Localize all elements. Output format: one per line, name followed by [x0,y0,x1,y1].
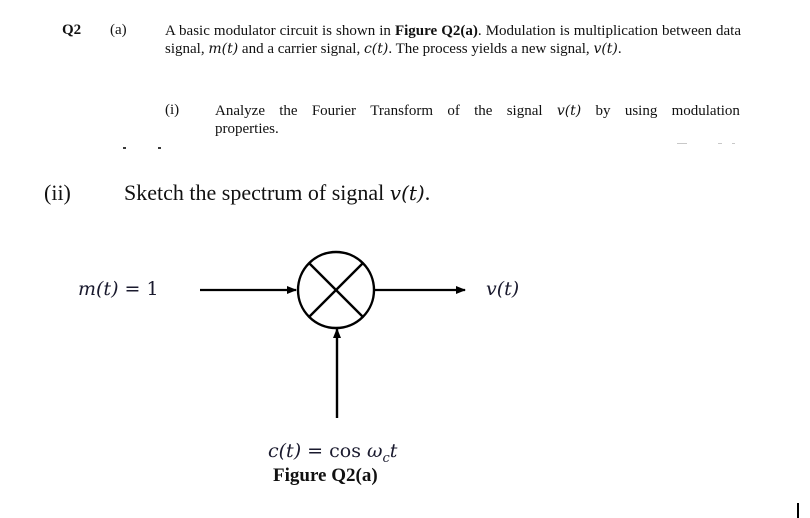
text-cursor [797,503,799,518]
equals-one: = 1 [118,278,159,300]
multiplier-icon [296,250,376,330]
m-of-t-symbol: m(t) [78,278,119,300]
omega-subscript: c [382,450,390,466]
v-of-t-symbol: v(t) [486,278,520,300]
equals-cos: = cos [301,440,367,462]
figure-caption: Figure Q2(a) [273,465,378,486]
omega-symbol: ω [366,440,383,462]
output-signal-label: v(t) [486,278,519,301]
modulator-diagram [200,250,466,418]
c-of-t-symbol: c(t) [268,440,302,462]
t-symbol: t [389,440,398,462]
input-signal-label: m(t) = 1 [78,278,159,301]
carrier-signal-label: c(t) = cos ωct [268,440,397,466]
